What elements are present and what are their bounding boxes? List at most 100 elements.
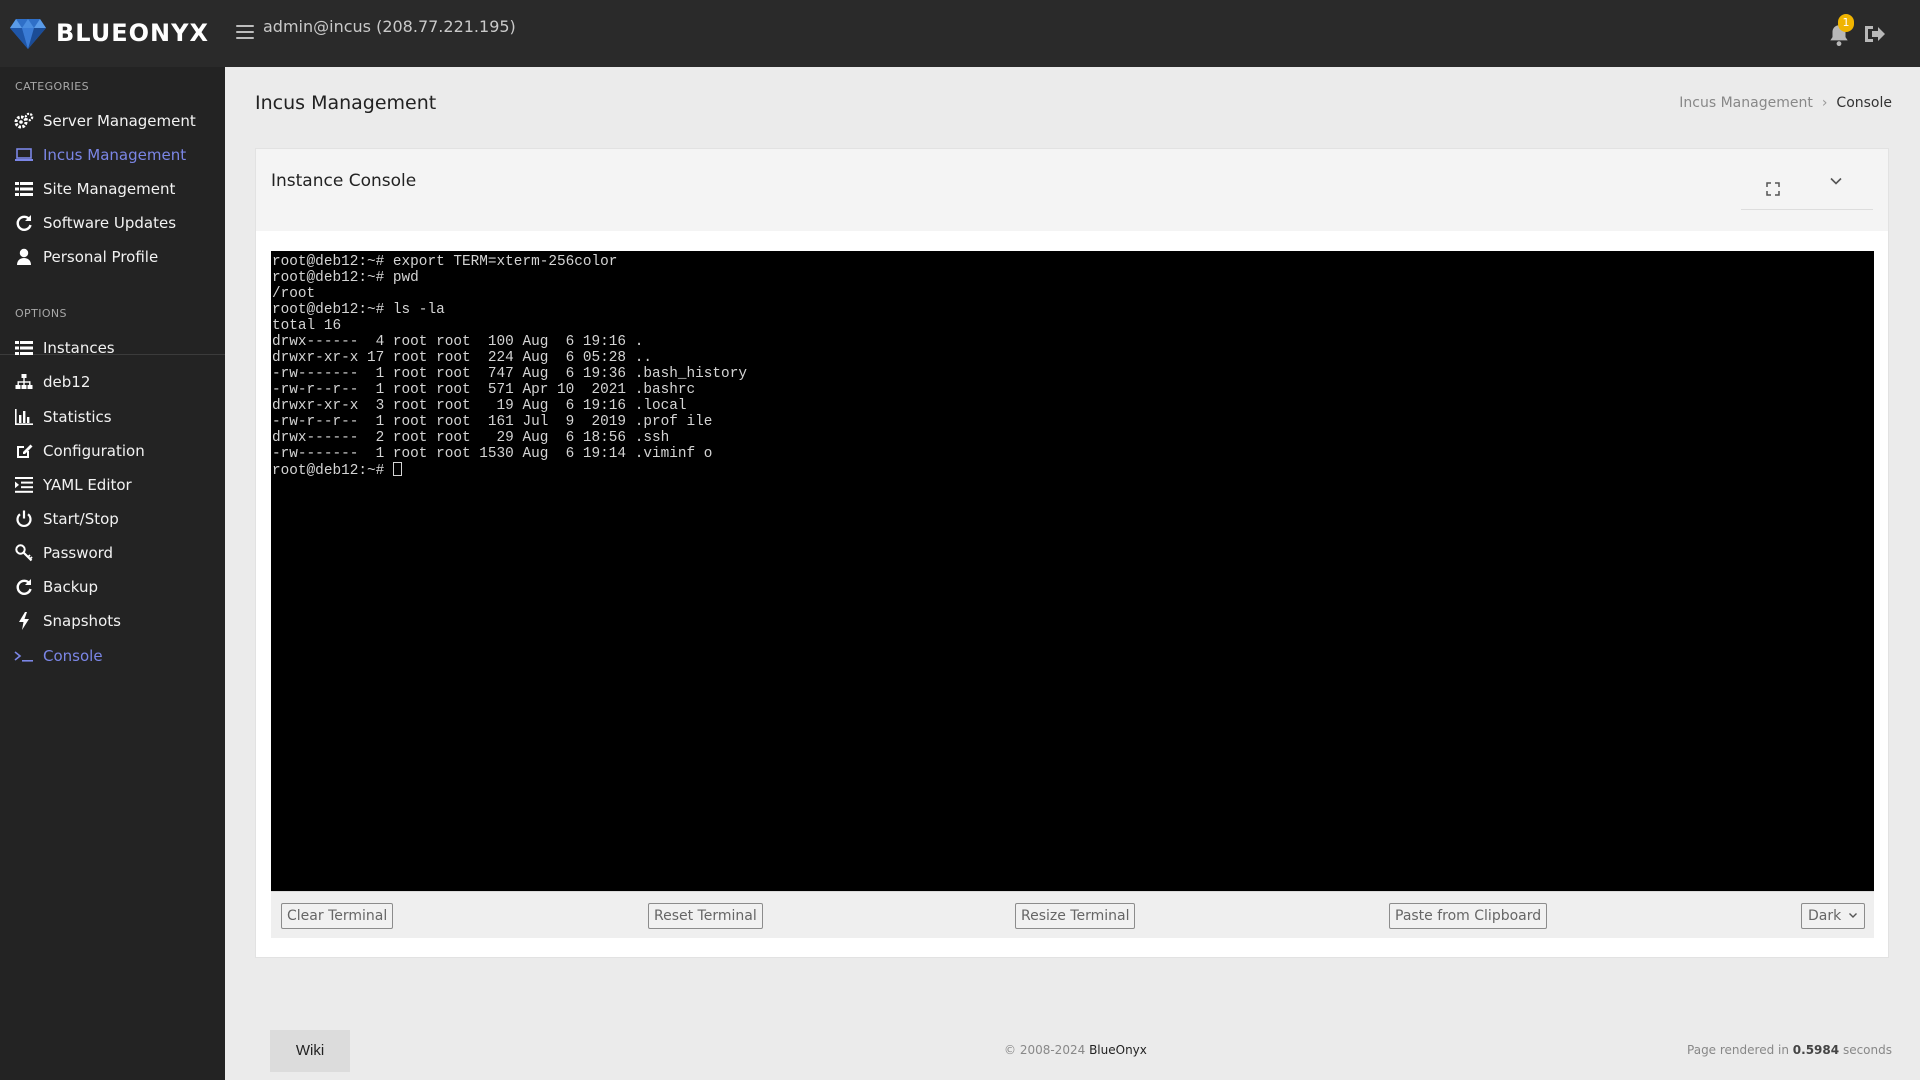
instance-console-card: Instance Console root@deb12:~# export TE… [255, 148, 1889, 958]
sidebar-item-statistics[interactable]: Statistics [0, 402, 225, 432]
resize-terminal-button[interactable]: Resize Terminal [1015, 903, 1136, 929]
render-time-prefix: Page rendered in [1687, 1043, 1789, 1057]
sidebar-item-software-updates[interactable]: Software Updates [0, 208, 225, 238]
terminal-screen[interactable]: root@deb12:~# export TERM=xterm-256color… [271, 251, 1874, 891]
terminal-line: total 16 [272, 318, 342, 334]
paste-from-clipboard-button[interactable]: Paste from Clipboard [1389, 903, 1548, 929]
terminal-line: -rw-r--r-- 1 root root 571 Apr 10 2021 .… [272, 382, 696, 398]
sidebar-item-label: Server Management [43, 112, 196, 130]
sidebar-item-label: YAML Editor [43, 476, 132, 494]
list-icon [14, 339, 34, 357]
sign-out-icon [1865, 26, 1885, 42]
sidebar-item-label: Software Updates [43, 214, 177, 232]
card-title: Instance Console [271, 171, 417, 191]
copyright-notice: © 2008-2024 BlueOnyx [1004, 1043, 1147, 1057]
hamburger-line [236, 25, 254, 27]
hamburger-line [236, 31, 254, 33]
terminal-line: drwx------ 2 root root 29 Aug 6 18:56 .s… [272, 430, 670, 446]
terminal-line: root@deb12:~# pwd [272, 270, 419, 286]
key-icon [14, 544, 34, 562]
power-icon [14, 510, 34, 528]
terminal-prompt-line: root@deb12:~# [272, 462, 1874, 479]
expand-icon [1766, 182, 1780, 196]
user-icon [14, 248, 34, 266]
list-icon [14, 180, 34, 198]
edit-icon [14, 442, 34, 460]
sidebar-item-yaml-editor[interactable]: YAML Editor [0, 470, 225, 500]
breadcrumb-separator: › [1821, 95, 1828, 111]
sidebar-item-label: Site Management [43, 180, 176, 198]
bar-chart-icon [14, 408, 34, 426]
notification-count-badge: 1 [1838, 14, 1854, 32]
brand-name: BLUEONYX [56, 19, 209, 47]
terminal-icon [14, 647, 34, 665]
page-title: Incus Management [255, 92, 437, 114]
categories-heading: CATEGORIES [15, 80, 90, 93]
card-tools [1741, 167, 1873, 210]
sidebar-item-instances[interactable]: Instances [0, 333, 225, 363]
render-time: Page rendered in 0.5984 seconds [1687, 1043, 1892, 1057]
sidebar-item-incus-management[interactable]: Incus Management [0, 140, 225, 170]
logout-button[interactable] [1862, 23, 1886, 45]
user-host-label: admin@incus (208.77.221.195) [263, 17, 516, 36]
clear-terminal-button[interactable]: Clear Terminal [281, 903, 394, 929]
terminal-output: root@deb12:~# export TERM=xterm-256color… [272, 254, 1874, 462]
terminal-theme-value: Dark [1808, 908, 1842, 924]
sidebar-item-label: Incus Management [43, 146, 187, 164]
terminal-theme-select[interactable]: Dark [1801, 903, 1865, 929]
collapse-card-button[interactable] [1829, 173, 1843, 187]
hamburger-line [236, 37, 254, 39]
terminal-toolbar: Clear Terminal Reset Terminal Resize Ter… [271, 891, 1874, 938]
card-header: Instance Console [256, 149, 1888, 231]
sidebar-item-console[interactable]: Console [0, 641, 225, 671]
sidebar-item-configuration[interactable]: Configuration [0, 436, 225, 466]
list-indent-icon [14, 476, 34, 494]
top-header: BLUEONYX admin@incus (208.77.221.195) 1 [0, 0, 1920, 67]
breadcrumb-parent-link[interactable]: Incus Management [1679, 95, 1813, 111]
sidebar-item-label: Start/Stop [43, 510, 119, 528]
sidebar-toggle-button[interactable] [236, 25, 254, 39]
sidebar-item-label: Snapshots [43, 612, 121, 630]
sidebar-item-deb12[interactable]: deb12 [0, 367, 225, 397]
copyright-brand-link[interactable]: BlueOnyx [1089, 1043, 1147, 1057]
breadcrumb: Incus Management › Console [1679, 95, 1892, 111]
copyright-years: © 2008-2024 [1004, 1043, 1086, 1057]
fullscreen-button[interactable] [1766, 181, 1780, 196]
terminal-line: drwx------ 4 root root 100 Aug 6 19:16 . [272, 334, 644, 350]
sidebar-item-label: Configuration [43, 442, 145, 460]
terminal-line: drwxr-xr-x 3 root root 19 Aug 6 19:16 .l… [272, 398, 687, 414]
chevron-down-icon [1830, 177, 1842, 185]
terminal-line: -rw-r--r-- 1 root root 161 Jul 9 2019 .p… [272, 414, 713, 430]
reset-terminal-button[interactable]: Reset Terminal [648, 903, 763, 929]
sidebar-item-label: Instances [43, 339, 115, 357]
sidebar-item-label: Personal Profile [43, 248, 159, 266]
sidebar-item-site-management[interactable]: Site Management [0, 174, 225, 204]
terminal-prompt: root@deb12:~# [272, 463, 393, 479]
sidebar-item-personal-profile[interactable]: Personal Profile [0, 242, 225, 272]
breadcrumb-current: Console [1836, 95, 1892, 111]
gem-logo-icon [10, 19, 46, 49]
wiki-button[interactable]: Wiki [270, 1030, 350, 1072]
sidebar: CATEGORIES Server Management Incus Manag… [0, 67, 225, 1080]
terminal-line: -rw------- 1 root root 747 Aug 6 19:36 .… [272, 366, 747, 382]
sidebar-item-label: deb12 [43, 373, 91, 391]
sidebar-item-label: Backup [43, 578, 98, 596]
terminal-line: /root [272, 286, 316, 302]
sidebar-item-backup[interactable]: Backup [0, 572, 225, 602]
sidebar-item-label: Password [43, 544, 114, 562]
render-time-value: 0.5984 [1792, 1043, 1840, 1057]
sidebar-item-start-stop[interactable]: Start/Stop [0, 504, 225, 534]
chevron-down-icon [1849, 913, 1857, 918]
bolt-icon [14, 612, 34, 630]
sidebar-item-snapshots[interactable]: Snapshots [0, 606, 225, 636]
terminal-line: root@deb12:~# export TERM=xterm-256color [272, 254, 618, 270]
gears-icon [14, 112, 34, 130]
terminal-line: drwxr-xr-x 17 root root 224 Aug 6 05:28 … [272, 350, 652, 366]
sidebar-item-password[interactable]: Password [0, 538, 225, 568]
terminal-line: -rw------- 1 root root 1530 Aug 6 19:14 … [272, 446, 713, 462]
brand-logo[interactable]: BLUEONYX [10, 16, 209, 50]
sitemap-icon [14, 373, 34, 391]
sidebar-item-label: Console [43, 647, 103, 665]
sidebar-item-server-management[interactable]: Server Management [0, 106, 225, 136]
render-time-suffix: seconds [1842, 1043, 1892, 1057]
